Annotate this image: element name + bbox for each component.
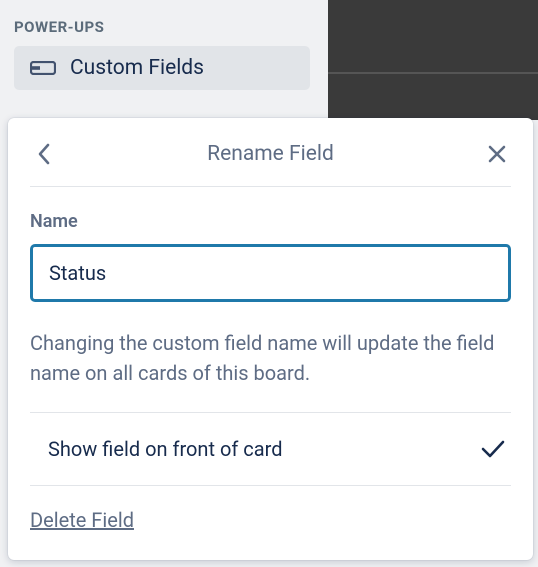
show-on-front-toggle[interactable]: Show field on front of card <box>30 413 511 486</box>
board-background <box>328 0 538 120</box>
modal-header: Rename Field <box>30 134 511 187</box>
powerups-section: POWER-UPS Custom Fields <box>0 0 330 90</box>
back-button[interactable] <box>30 140 58 168</box>
rename-field-modal: Rename Field Name Changing the custom fi… <box>8 118 533 560</box>
modal-title: Rename Field <box>207 142 334 166</box>
modal-body: Name Changing the custom field name will… <box>30 187 511 532</box>
board-background-divider <box>328 72 538 74</box>
show-on-front-label: Show field on front of card <box>48 437 283 461</box>
custom-fields-button[interactable]: Custom Fields <box>14 46 310 90</box>
help-text: Changing the custom field name will upda… <box>30 328 511 413</box>
custom-fields-label: Custom Fields <box>70 56 204 80</box>
delete-field-link[interactable]: Delete Field <box>30 508 134 532</box>
name-input[interactable] <box>30 244 511 302</box>
custom-fields-icon <box>30 58 56 78</box>
name-label: Name <box>30 211 511 232</box>
check-icon <box>481 440 505 458</box>
powerups-header: POWER-UPS <box>14 18 316 36</box>
chevron-left-icon <box>37 143 51 165</box>
close-icon <box>487 144 507 164</box>
close-button[interactable] <box>483 140 511 168</box>
